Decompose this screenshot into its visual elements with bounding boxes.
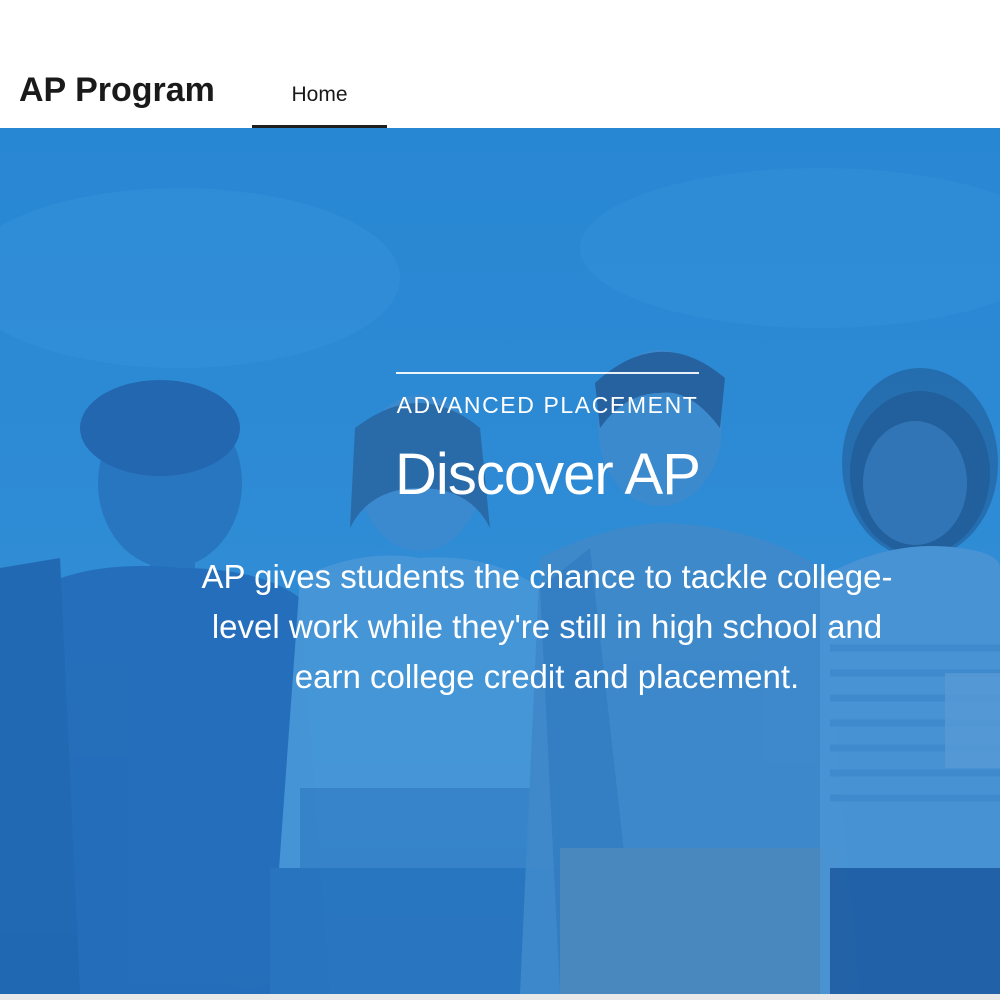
bottom-divider: [0, 994, 1000, 1000]
hero-heading: Discover AP: [395, 442, 701, 507]
hero-description: AP gives students the chance to tackle c…: [201, 558, 893, 695]
hero-banner: ADVANCED PLACEMENT Discover AP AP gives …: [0, 128, 1000, 994]
tab-home[interactable]: Home: [252, 72, 387, 128]
hero-eyebrow: ADVANCED PLACEMENT: [396, 392, 699, 418]
site-title[interactable]: AP Program: [19, 68, 215, 112]
tab-home-label: Home: [291, 83, 348, 106]
hero-divider: [396, 372, 699, 374]
site-header: AP Program Home: [0, 0, 1000, 128]
page: AP Program Home ADVANCED PLACEMENT Disco…: [0, 0, 1000, 1000]
hero-content: ADVANCED PLACEMENT Discover AP AP gives …: [0, 128, 1000, 994]
